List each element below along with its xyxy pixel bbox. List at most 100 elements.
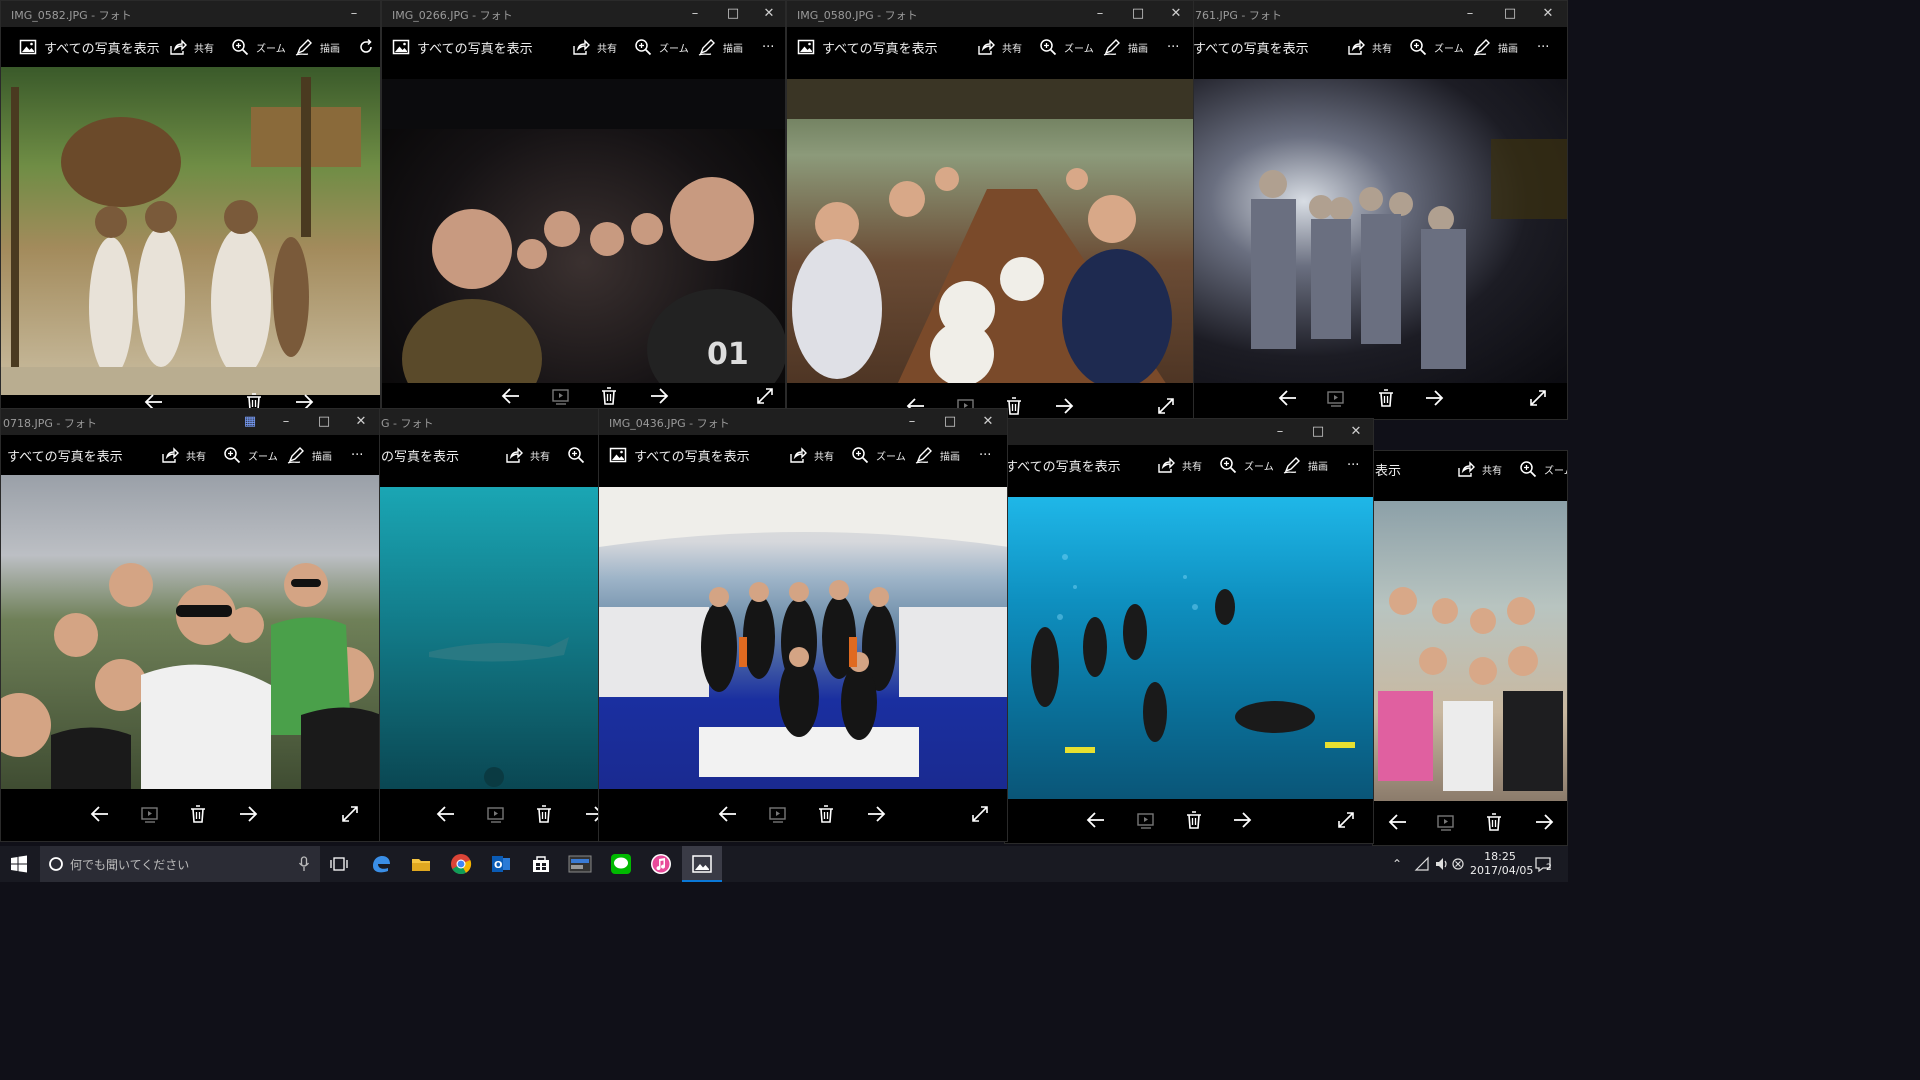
slideshow-button[interactable]: [767, 803, 793, 827]
cortana-search-box[interactable]: 何でも聞いてください: [40, 846, 320, 882]
store-taskbar-button[interactable]: [530, 851, 554, 877]
share-button[interactable]: 共有: [1347, 27, 1392, 67]
tablet-mode-icon[interactable]: ▦: [233, 411, 267, 433]
show-all-photos-button[interactable]: の写真を表示: [381, 435, 459, 475]
photo-window-5[interactable]: 0718.JPG - フォト ▦ – □ ✕ すべての写真を表示 共有 ズーム …: [0, 408, 380, 842]
photo-window-7[interactable]: IMG_0436.JPG - フォト – □ ✕ すべての写真を表示 共有 ズー…: [598, 408, 1008, 842]
action-center-button[interactable]: 2: [1534, 851, 1558, 877]
minimize-button[interactable]: –: [678, 3, 712, 25]
zoom-button[interactable]: ズーム: [1039, 27, 1094, 67]
draw-button[interactable]: 描画: [295, 27, 340, 67]
maximize-button[interactable]: □: [307, 411, 341, 433]
show-all-photos-button[interactable]: すべての写真を表示: [19, 27, 160, 67]
minimize-button[interactable]: –: [269, 411, 303, 433]
share-button[interactable]: 共有: [789, 435, 834, 475]
slideshow-button[interactable]: [1325, 387, 1351, 411]
next-button[interactable]: [648, 385, 674, 409]
share-button[interactable]: 共有: [1157, 445, 1202, 485]
previous-button[interactable]: [1387, 811, 1413, 835]
close-button[interactable]: ✕: [1339, 421, 1373, 443]
fullscreen-button[interactable]: [1527, 387, 1553, 411]
next-button[interactable]: [237, 803, 263, 827]
show-all-photos-button[interactable]: すべての写真を表示: [1005, 445, 1121, 485]
photo-window-4[interactable]: 761.JPG - フォト – □ ✕ すべての写真を表示 共有 ズーム 描画 …: [1190, 0, 1568, 420]
slideshow-button[interactable]: [550, 385, 576, 409]
volume-icon[interactable]: [1434, 851, 1450, 877]
zoom-button[interactable]: ズーム: [1219, 445, 1274, 485]
title-bar[interactable]: 761.JPG - フォト – □ ✕: [1191, 1, 1567, 27]
app-taskbar-button[interactable]: [568, 851, 594, 877]
more-button[interactable]: ···: [979, 435, 991, 475]
fullscreen-button[interactable]: [1335, 809, 1361, 833]
show-all-photos-button[interactable]: すべての写真を表示: [609, 435, 750, 475]
explorer-taskbar-button[interactable]: [410, 851, 434, 877]
next-button[interactable]: [1231, 809, 1257, 833]
zoom-button[interactable]: ズーム: [634, 27, 689, 67]
delete-button[interactable]: [1375, 387, 1401, 411]
zoom-button[interactable]: ズーム: [1519, 451, 1567, 487]
maximize-button[interactable]: □: [716, 3, 750, 25]
share-button[interactable]: 共有: [572, 27, 617, 67]
task-view-button[interactable]: [330, 851, 352, 877]
draw-button[interactable]: 描画: [1103, 27, 1148, 67]
more-button[interactable]: ···: [1347, 445, 1359, 485]
title-bar[interactable]: – □ ✕: [1005, 419, 1373, 445]
minimize-button[interactable]: –: [1263, 421, 1297, 443]
next-button[interactable]: [1053, 395, 1079, 419]
slideshow-button[interactable]: [485, 803, 511, 827]
close-button[interactable]: ✕: [1531, 3, 1565, 25]
outlook-taskbar-button[interactable]: O: [490, 851, 514, 877]
share-button[interactable]: 共有: [977, 27, 1022, 67]
slideshow-button[interactable]: [1435, 811, 1461, 835]
fullscreen-button[interactable]: [339, 803, 365, 827]
photo-window-2[interactable]: IMG_0266.JPG - フォト – □ ✕ すべての写真を表示 共有 ズー…: [381, 0, 786, 412]
show-all-photos-button[interactable]: すべての写真を表示: [797, 27, 938, 67]
delete-button[interactable]: [187, 803, 213, 827]
fullscreen-button[interactable]: [754, 385, 780, 409]
fullscreen-button[interactable]: [1155, 395, 1181, 419]
next-button[interactable]: [1533, 811, 1559, 835]
minimize-button[interactable]: –: [1453, 3, 1487, 25]
chrome-taskbar-button[interactable]: [450, 851, 474, 877]
more-button[interactable]: ···: [351, 435, 363, 475]
slideshow-button[interactable]: [1135, 809, 1161, 833]
draw-button[interactable]: 描画: [698, 27, 743, 67]
close-button[interactable]: ✕: [971, 411, 1005, 433]
minimize-button[interactable]: –: [337, 3, 371, 25]
photo-window-8[interactable]: – □ ✕ すべての写真を表示 共有 ズーム 描画 ···: [1004, 418, 1374, 844]
maximize-button[interactable]: □: [1493, 3, 1527, 25]
delete-button[interactable]: [598, 385, 624, 409]
previous-button[interactable]: [500, 385, 526, 409]
previous-button[interactable]: [717, 803, 743, 827]
delete-button[interactable]: [1483, 811, 1509, 835]
draw-button[interactable]: 描画: [1473, 27, 1518, 67]
draw-button[interactable]: 描画: [915, 435, 960, 475]
close-button[interactable]: ✕: [752, 3, 785, 25]
title-bar[interactable]: 0718.JPG - フォト ▦ – □ ✕: [1, 409, 379, 435]
photo-window-3[interactable]: IMG_0580.JPG - フォト – □ ✕ すべての写真を表示 共有 ズー…: [786, 0, 1194, 434]
photo-window-9[interactable]: 表示 共有 ズーム: [1372, 450, 1568, 846]
minimize-button[interactable]: –: [895, 411, 929, 433]
edge-taskbar-button[interactable]: [370, 851, 394, 877]
share-button[interactable]: 共有: [505, 435, 550, 475]
start-button[interactable]: [10, 851, 32, 877]
title-bar[interactable]: IMG_0582.JPG - フォト –: [1, 1, 380, 27]
more-button[interactable]: ···: [762, 27, 774, 67]
previous-button[interactable]: [89, 803, 115, 827]
delete-button[interactable]: [1183, 809, 1209, 833]
draw-button[interactable]: 描画: [1283, 445, 1328, 485]
status-icon[interactable]: [1452, 851, 1466, 877]
share-button[interactable]: 共有: [1457, 451, 1502, 487]
close-button[interactable]: ✕: [344, 411, 378, 433]
maximize-button[interactable]: □: [933, 411, 967, 433]
zoom-button[interactable]: ズーム: [231, 27, 286, 67]
zoom-button[interactable]: ズーム: [223, 435, 278, 475]
delete-button[interactable]: [815, 803, 841, 827]
fullscreen-button[interactable]: [969, 803, 995, 827]
photo-window-6[interactable]: G - フォト の写真を表示 共有: [378, 408, 608, 842]
delete-button[interactable]: [533, 803, 559, 827]
show-all-photos-button[interactable]: すべての写真を表示: [7, 435, 123, 475]
title-bar[interactable]: G - フォト: [379, 409, 607, 435]
share-button[interactable]: 共有: [169, 27, 214, 67]
title-bar[interactable]: IMG_0580.JPG - フォト – □ ✕: [787, 1, 1193, 27]
